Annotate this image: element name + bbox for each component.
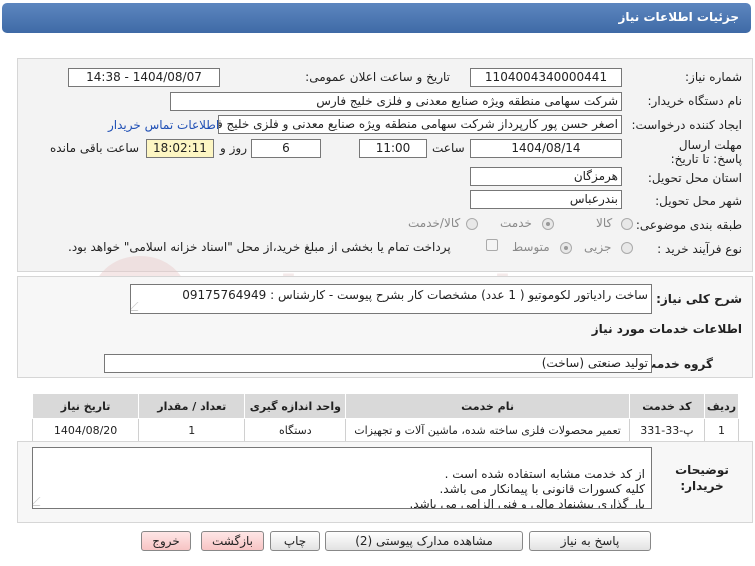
buyer-notes-label: توضیحات خریدار: (675, 463, 729, 493)
summary-text: ساخت رادیاتور لکوموتیو ( 1 عدد) مشخصات ک… (182, 288, 648, 302)
process-radio-minor[interactable] (621, 242, 633, 254)
table-header-row: ردیف کد خدمت نام خدمت واحد اندازه گیری ت… (31, 393, 739, 419)
buyer-contact-link[interactable]: اطلاعات تماس خریدار (108, 118, 219, 132)
cell-row-number: 1 (704, 418, 739, 442)
summary-field: ساخت رادیاتور لکوموتیو ( 1 عدد) مشخصات ک… (130, 284, 652, 314)
buyer-org-field: شرکت سهامی منطقه ویژه صنایع معدنی و فلزی… (170, 92, 622, 111)
back-button[interactable]: بازگشت (201, 531, 264, 551)
buyer-notes-field: از کد خدمت مشابه استفاده شده است . کلیه … (32, 447, 652, 509)
deadline-time-field: 11:00 (359, 139, 427, 158)
table-row: 1 پ-33-331 تعمیر محصولات فلزی ساخته شده،… (31, 418, 739, 442)
need-number-field: 1104004340000441 (470, 68, 622, 87)
buyer-org-label: نام دستگاه خریدار: (647, 94, 743, 108)
treasury-note: پرداخت تمام یا بخشی از مبلغ خرید،از محل … (68, 240, 451, 254)
cell-unit: دستگاه (244, 418, 347, 442)
process-option-minor: جزیی (584, 240, 612, 254)
category-radio-goods[interactable] (621, 218, 633, 230)
request-creator-field: اصغر حسن پور کارپرداز شرکت سهامی منطقه و… (218, 115, 622, 134)
announce-datetime-field: 1404/08/07 - 14:38 (68, 68, 220, 87)
services-table: ردیف کد خدمت نام خدمت واحد اندازه گیری ت… (31, 393, 739, 442)
days-label: روز و (220, 141, 247, 155)
col-quantity: تعداد / مقدار (138, 393, 246, 419)
city-field: بندرعباس (470, 190, 622, 209)
process-radio-medium[interactable] (560, 242, 572, 254)
category-radio-service[interactable] (542, 218, 554, 230)
view-attachments-button[interactable]: مشاهده مدارک پیوستی (2) (325, 531, 523, 551)
countdown-label: ساعت باقی مانده (50, 141, 140, 155)
category-label: طبقه بندی موضوعی: (635, 218, 742, 232)
city-label: شهر محل تحویل: (655, 194, 742, 208)
province-label: استان محل تحویل: (647, 171, 742, 185)
cell-quantity: 1 (138, 418, 246, 442)
cell-service-code: پ-33-331 (628, 418, 706, 442)
days-remaining-field: 6 (251, 139, 321, 158)
deadline-date-field: 1404/08/14 (470, 139, 622, 158)
buyer-notes-text: از کد خدمت مشابه استفاده شده است . کلیه … (409, 467, 645, 509)
service-group-field: تولید صنعتی (ساخت) (104, 354, 652, 373)
resize-handle-icon[interactable] (131, 302, 147, 311)
countdown-field: 18:02:11 (146, 139, 214, 158)
page-header: جزئیات اطلاعات نیاز (2, 3, 751, 33)
resize-handle-icon[interactable] (33, 497, 49, 506)
col-service-name: نام خدمت (345, 393, 630, 419)
col-service-code: کد خدمت (628, 393, 706, 419)
services-section-title: اطلاعات خدمات مورد نیاز (591, 322, 742, 336)
need-number-label: شماره نیاز: (685, 70, 742, 84)
page-title: جزئیات اطلاعات نیاز (618, 10, 739, 24)
treasury-checkbox[interactable] (486, 239, 498, 251)
col-need-date: تاریخ نیاز (31, 393, 140, 419)
process-option-medium: متوسط (512, 240, 550, 254)
col-unit: واحد اندازه گیری (244, 393, 347, 419)
category-radio-goods-service[interactable] (466, 218, 478, 230)
summary-label: شرح کلی نیاز: (656, 292, 742, 306)
col-row-number: ردیف (704, 393, 739, 419)
cell-need-date: 1404/08/20 (31, 418, 140, 442)
deadline-time-label: ساعت (432, 141, 465, 155)
exit-button[interactable]: خروج (141, 531, 191, 551)
print-button[interactable]: چاپ (270, 531, 320, 551)
category-option-goods: کالا (596, 216, 613, 230)
request-creator-label: ایجاد کننده درخواست: (631, 118, 742, 132)
announce-datetime-label: تاریخ و ساعت اعلان عمومی: (305, 70, 450, 84)
reply-button[interactable]: پاسخ به نیاز (529, 531, 651, 551)
process-label: نوع فرآیند خرید : (657, 242, 742, 256)
services-table-wrapper: ردیف کد خدمت نام خدمت واحد اندازه گیری ت… (31, 393, 739, 442)
category-option-service: خدمت (500, 216, 532, 230)
category-option-goods-service: کالا/خدمت (408, 216, 461, 230)
deadline-label: مهلت ارسال پاسخ: تا تاریخ: (670, 138, 742, 166)
cell-service-name: تعمیر محصولات فلزی ساخته شده، ماشین آلات… (345, 418, 630, 442)
province-field: هرمزگان (470, 167, 622, 186)
